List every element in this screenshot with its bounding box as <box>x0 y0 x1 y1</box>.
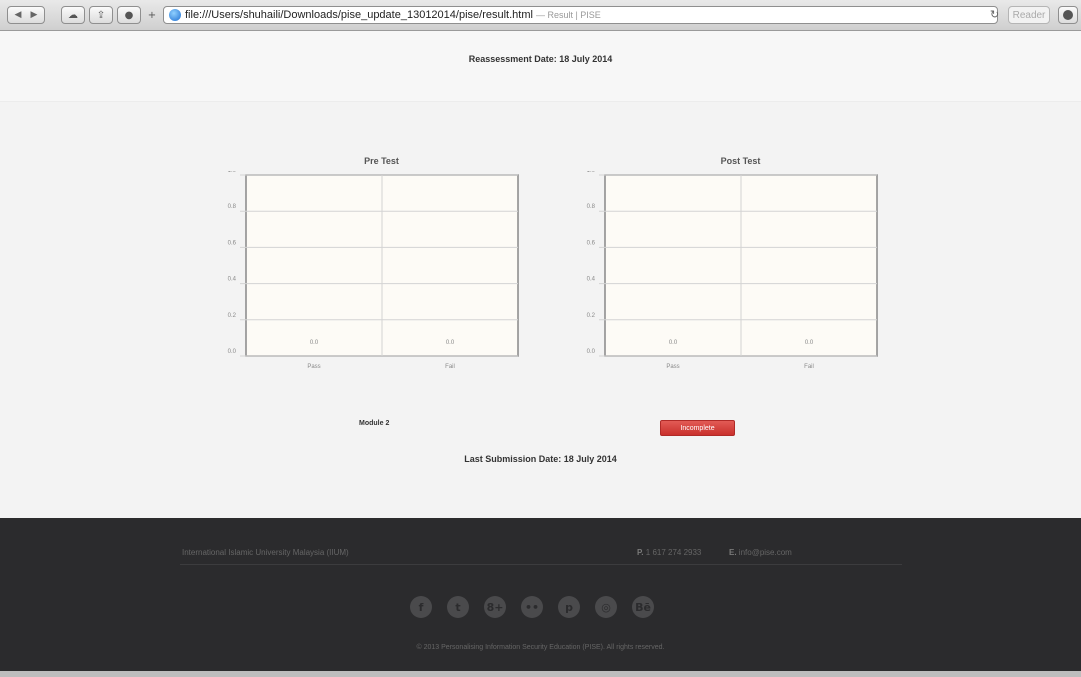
incomplete-button[interactable]: Incomplete <box>660 420 735 436</box>
y-tick-label: 0.6 <box>587 240 596 246</box>
data-label: 0.0 <box>446 340 455 346</box>
social-links: f t 8+ •• p ◎ Bē <box>410 596 654 618</box>
footer-email: E. info@pise.com <box>729 548 792 557</box>
flickr-icon[interactable]: •• <box>521 596 543 618</box>
cloud-icon: ☁ <box>68 9 78 21</box>
post-test-title: Post Test <box>720 156 761 166</box>
back-forward-buttons[interactable]: ◀ ▶ <box>7 6 45 24</box>
y-tick-label: 0.4 <box>228 277 237 283</box>
x-tick-label: Fail <box>445 364 455 370</box>
copyright: © 2013 Personalising Information Securit… <box>416 644 665 651</box>
header-band <box>0 31 1081 102</box>
reassessment-date: Reassessment Date: 18 July 2014 <box>468 54 613 64</box>
address-bar[interactable]: file:///Users/shuhaili/Downloads/pise_up… <box>163 6 998 24</box>
x-tick-label: Pass <box>307 364 320 370</box>
stop-icon: ● <box>124 9 134 21</box>
url-text: file:///Users/shuhaili/Downloads/pise_up… <box>185 9 533 21</box>
footer-divider <box>180 564 902 565</box>
y-tick-label: 0.6 <box>228 240 237 246</box>
facebook-icon[interactable]: f <box>410 596 432 618</box>
reader-button[interactable]: Reader <box>1008 6 1050 24</box>
phone-label: P. <box>637 548 644 557</box>
post-test-chart: 0.0 0.2 0.4 0.6 0.8 1.0 0.0 Pass 0.0 Fail <box>587 171 878 370</box>
extension-button[interactable]: ● <box>117 6 141 24</box>
data-label: 0.0 <box>310 340 319 346</box>
data-label: 0.0 <box>805 340 814 346</box>
back-arrow-icon[interactable]: ◀ <box>10 10 26 20</box>
reload-icon[interactable]: ↻ <box>990 8 999 21</box>
share-button[interactable]: ⇪ <box>89 6 113 24</box>
y-tick-label: 0.0 <box>587 349 596 355</box>
x-tick-label: Fail <box>804 364 814 370</box>
y-tick-label: 0.4 <box>587 277 596 283</box>
y-tick-label: 0.2 <box>587 313 596 319</box>
page-title-in-address: — Result | PISE <box>535 10 601 20</box>
download-icon <box>1063 10 1073 20</box>
downloads-button[interactable] <box>1058 6 1078 24</box>
plus-icon: + <box>147 9 157 21</box>
y-tick-label: 0.0 <box>228 349 237 355</box>
pinterest-icon[interactable]: p <box>558 596 580 618</box>
pre-test-title: Pre Test <box>364 156 399 166</box>
page-content: Reassessment Date: 18 July 2014 Pre Test… <box>0 31 1081 518</box>
data-label: 0.0 <box>669 340 678 346</box>
y-tick-label: 0.2 <box>228 313 237 319</box>
y-tick-label: 1.0 <box>587 171 596 174</box>
new-tab-button[interactable]: + <box>145 6 159 24</box>
email-address[interactable]: info@pise.com <box>739 548 792 557</box>
forward-arrow-icon[interactable]: ▶ <box>26 10 42 20</box>
pre-test-chart: 0.0 0.2 0.4 0.6 0.8 1.0 0.0 Pass 0.0 Fail <box>228 171 519 370</box>
browser-bottom-bar <box>0 671 1081 677</box>
email-label: E. <box>729 548 737 557</box>
footer: International Islamic University Malaysi… <box>0 518 1081 671</box>
y-tick-label: 1.0 <box>228 171 237 174</box>
dribbble-icon[interactable]: ◎ <box>595 596 617 618</box>
icloud-button[interactable]: ☁ <box>61 6 85 24</box>
google-plus-icon[interactable]: 8+ <box>484 596 506 618</box>
y-tick-label: 0.8 <box>228 204 237 210</box>
globe-icon <box>169 9 181 21</box>
phone-number: 1 617 274 2933 <box>645 548 702 557</box>
last-submission-date: Last Submission Date: 18 July 2014 <box>464 454 617 464</box>
browser-toolbar: ◀ ▶ ☁ ⇪ ● + file:///Users/shuhaili/Downlo… <box>0 0 1081 31</box>
behance-icon[interactable]: Bē <box>632 596 654 618</box>
twitter-icon[interactable]: t <box>447 596 469 618</box>
x-tick-label: Pass <box>666 364 679 370</box>
share-icon: ⇪ <box>96 9 106 21</box>
module-label: Module 2 <box>359 420 390 427</box>
university-name: International Islamic University Malaysi… <box>182 548 349 557</box>
footer-phone: P. 1 617 274 2933 <box>637 548 701 557</box>
y-tick-label: 0.8 <box>587 204 596 210</box>
